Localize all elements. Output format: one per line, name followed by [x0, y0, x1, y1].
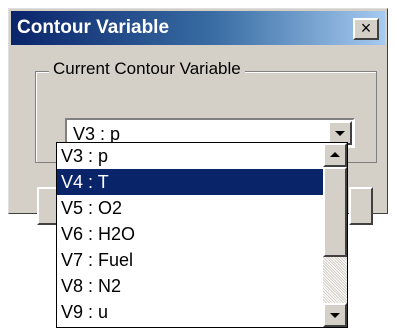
right-button[interactable]: [349, 187, 373, 225]
group-label: Current Contour Variable: [49, 59, 245, 79]
scroll-up-icon: [330, 152, 340, 157]
vertical-scrollbar[interactable]: [323, 143, 347, 327]
window-title: Contour Variable: [17, 17, 170, 38]
title-bar[interactable]: Contour Variable ×: [11, 11, 385, 45]
scrollbar-thumb[interactable]: [323, 167, 347, 257]
close-icon: ×: [360, 18, 372, 38]
close-button[interactable]: ×: [353, 18, 379, 40]
scroll-down-button[interactable]: [323, 303, 347, 327]
variable-dropdown-list: V3 : p V4 : T V5 : O2 V6 : H2O V7 : Fuel…: [56, 142, 348, 328]
list-item-v4[interactable]: V4 : T: [57, 169, 323, 195]
scroll-down-icon: [330, 313, 340, 318]
scroll-up-button[interactable]: [323, 143, 347, 167]
list-item-v8[interactable]: V8 : N2: [57, 273, 323, 299]
option-list: V3 : p V4 : T V5 : O2 V6 : H2O V7 : Fuel…: [57, 143, 323, 327]
list-item-v7[interactable]: V7 : Fuel: [57, 247, 323, 273]
list-item-v3[interactable]: V3 : p: [57, 143, 323, 169]
list-item-v9[interactable]: V9 : u: [57, 299, 323, 325]
chevron-down-icon: [335, 131, 345, 136]
list-item-v6[interactable]: V6 : H2O: [57, 221, 323, 247]
list-item-v5[interactable]: V5 : O2: [57, 195, 323, 221]
